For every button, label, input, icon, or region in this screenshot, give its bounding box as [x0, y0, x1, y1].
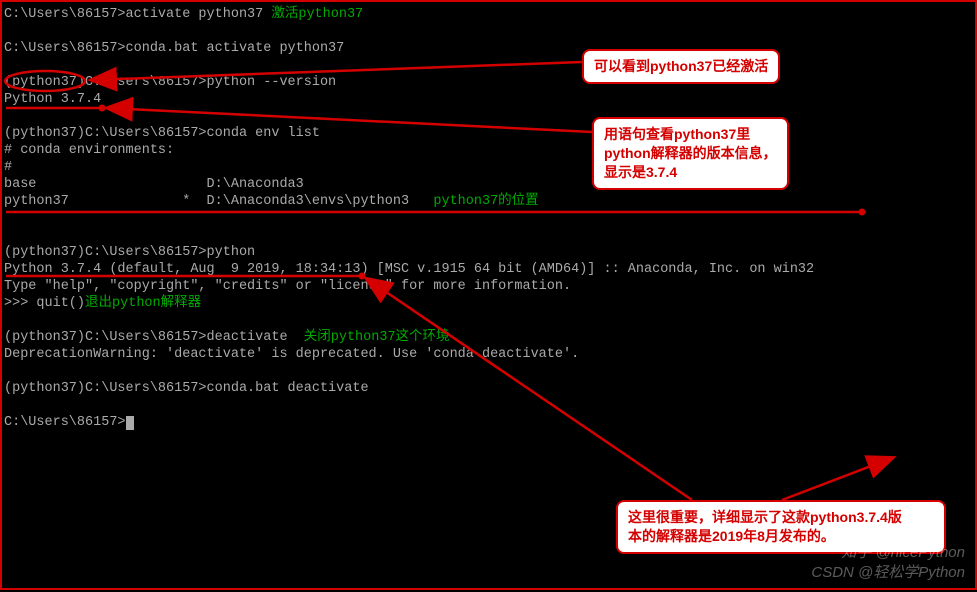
callout-activated: 可以看到python37已经激活: [582, 49, 780, 84]
terminal-output[interactable]: C:\Users\86157>activate python37 激活pytho…: [4, 6, 973, 431]
watermark: 知乎 @nicePython CSDN @轻松学Python: [811, 543, 965, 582]
cursor-block: [126, 416, 134, 430]
callout-version: 用语句查看python37里 python解释器的版本信息， 显示是3.7.4: [592, 117, 789, 190]
